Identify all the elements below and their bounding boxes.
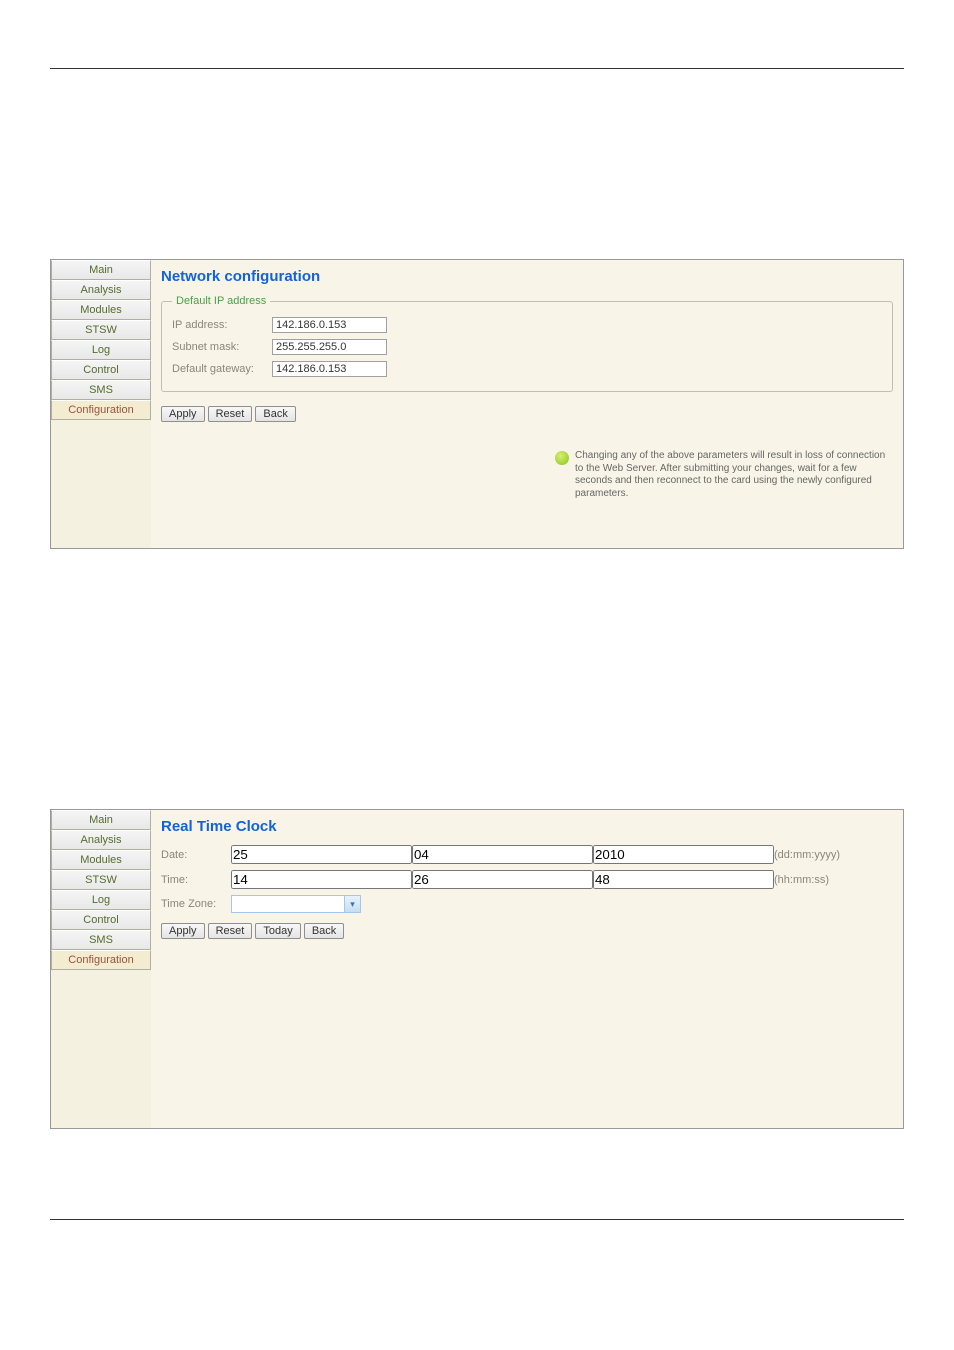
button-row: Apply Reset Today Back bbox=[161, 923, 893, 939]
subnet-row: Subnet mask: bbox=[172, 339, 882, 355]
back-button[interactable]: Back bbox=[304, 923, 344, 939]
date-day-input[interactable] bbox=[231, 845, 412, 864]
ip-label: IP address: bbox=[172, 319, 272, 331]
ip-input[interactable] bbox=[272, 317, 387, 333]
sidebar-item-stsw[interactable]: STSW bbox=[51, 320, 151, 340]
default-ip-group: Default IP address IP address: Subnet ma… bbox=[161, 295, 893, 392]
time-hint: (hh:mm:ss) bbox=[774, 874, 829, 886]
sidebar-item-control[interactable]: Control bbox=[51, 360, 151, 380]
page: Main Analysis Modules STSW Log Control S… bbox=[0, 68, 954, 1220]
apply-button[interactable]: Apply bbox=[161, 406, 205, 422]
network-content: Network configuration Default IP address… bbox=[151, 260, 903, 548]
tz-select[interactable]: ▾ bbox=[231, 895, 361, 913]
date-month-input[interactable] bbox=[412, 845, 593, 864]
reset-button[interactable]: Reset bbox=[208, 923, 253, 939]
gateway-row: Default gateway: bbox=[172, 361, 882, 377]
sidebar: Main Analysis Modules STSW Log Control S… bbox=[51, 810, 151, 1128]
group-legend: Default IP address bbox=[172, 295, 270, 307]
info-icon bbox=[555, 451, 569, 465]
time-row: Time: (hh:mm:ss) bbox=[161, 870, 893, 889]
sidebar-item-configuration[interactable]: Configuration bbox=[51, 400, 151, 420]
network-panel: Main Analysis Modules STSW Log Control S… bbox=[50, 259, 904, 549]
sidebar-item-analysis[interactable]: Analysis bbox=[51, 830, 151, 850]
time-minute-input[interactable] bbox=[412, 870, 593, 889]
gateway-input[interactable] bbox=[272, 361, 387, 377]
page-title: Real Time Clock bbox=[161, 818, 893, 835]
apply-button[interactable]: Apply bbox=[161, 923, 205, 939]
subnet-label: Subnet mask: bbox=[172, 341, 272, 353]
date-label: Date: bbox=[161, 849, 231, 861]
chevron-down-icon: ▾ bbox=[344, 896, 360, 912]
subnet-input[interactable] bbox=[272, 339, 387, 355]
page-title: Network configuration bbox=[161, 268, 893, 285]
time-second-input[interactable] bbox=[593, 870, 774, 889]
info-box: Changing any of the above parameters wil… bbox=[555, 450, 893, 500]
sidebar-item-log[interactable]: Log bbox=[51, 890, 151, 910]
top-rule bbox=[50, 68, 904, 69]
bottom-rule bbox=[50, 1219, 904, 1220]
time-hour-input[interactable] bbox=[231, 870, 412, 889]
sidebar-item-analysis[interactable]: Analysis bbox=[51, 280, 151, 300]
date-row: Date: (dd:mm:yyyy) bbox=[161, 845, 893, 864]
rtc-content: Real Time Clock Date: (dd:mm:yyyy) Time:… bbox=[151, 810, 903, 1128]
tz-label: Time Zone: bbox=[161, 898, 231, 910]
today-button[interactable]: Today bbox=[255, 923, 300, 939]
sidebar: Main Analysis Modules STSW Log Control S… bbox=[51, 260, 151, 548]
time-label: Time: bbox=[161, 874, 231, 886]
ip-row: IP address: bbox=[172, 317, 882, 333]
sidebar-item-modules[interactable]: Modules bbox=[51, 300, 151, 320]
sidebar-item-control[interactable]: Control bbox=[51, 910, 151, 930]
sidebar-item-stsw[interactable]: STSW bbox=[51, 870, 151, 890]
back-button[interactable]: Back bbox=[255, 406, 295, 422]
sidebar-item-configuration[interactable]: Configuration bbox=[51, 950, 151, 970]
sidebar-item-log[interactable]: Log bbox=[51, 340, 151, 360]
gateway-label: Default gateway: bbox=[172, 363, 272, 375]
sidebar-item-sms[interactable]: SMS bbox=[51, 930, 151, 950]
info-text: Changing any of the above parameters wil… bbox=[575, 450, 893, 500]
sidebar-item-main[interactable]: Main bbox=[51, 810, 151, 830]
button-row: Apply Reset Back bbox=[161, 406, 893, 422]
tz-row: Time Zone: ▾ bbox=[161, 895, 893, 913]
tz-select-value bbox=[232, 896, 344, 912]
reset-button[interactable]: Reset bbox=[208, 406, 253, 422]
sidebar-item-sms[interactable]: SMS bbox=[51, 380, 151, 400]
date-hint: (dd:mm:yyyy) bbox=[774, 849, 840, 861]
date-year-input[interactable] bbox=[593, 845, 774, 864]
sidebar-item-modules[interactable]: Modules bbox=[51, 850, 151, 870]
sidebar-item-main[interactable]: Main bbox=[51, 260, 151, 280]
rtc-panel: Main Analysis Modules STSW Log Control S… bbox=[50, 809, 904, 1129]
